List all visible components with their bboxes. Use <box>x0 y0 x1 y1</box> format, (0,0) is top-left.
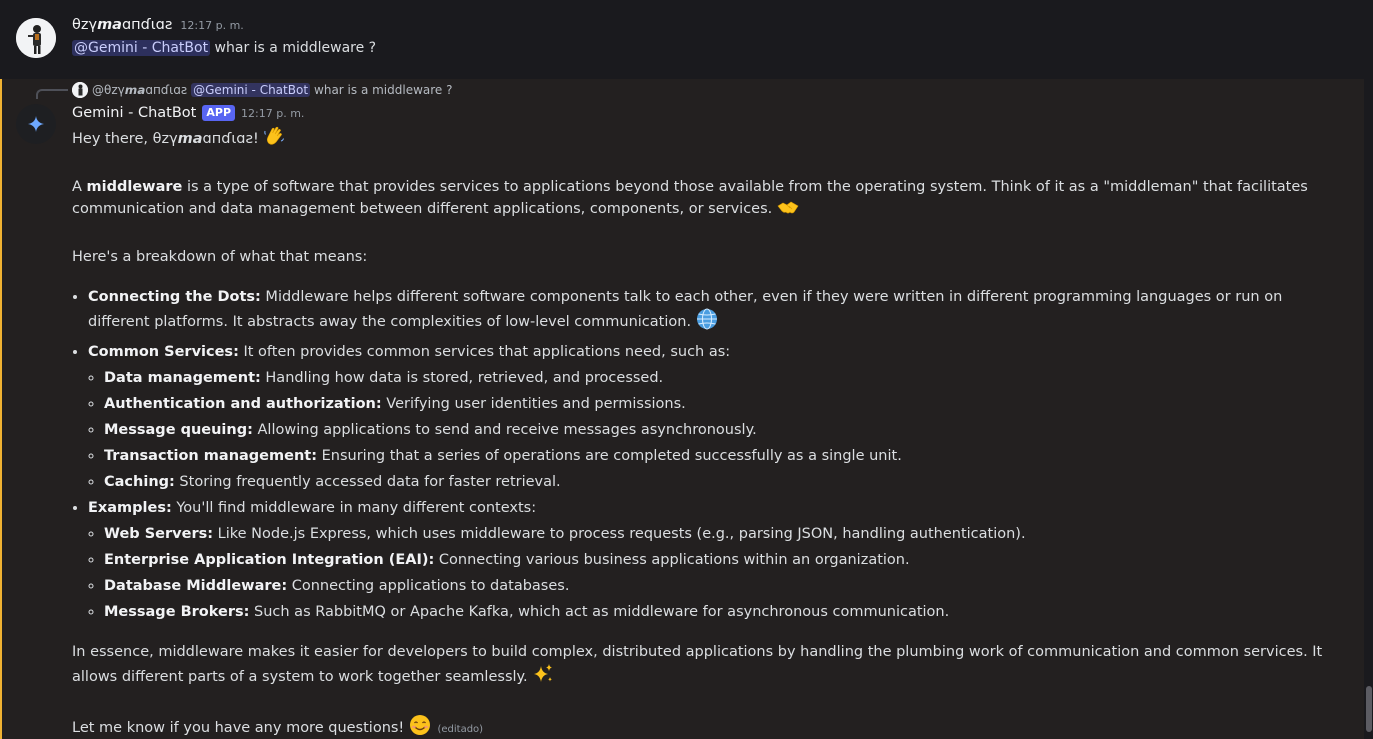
sub-item-text: Connecting various business applications… <box>434 552 910 568</box>
reply-username[interactable]: @θzγ𝙢𝙖ɑпɗɩɑƨ <box>92 83 187 97</box>
smiling-face-emoji <box>409 714 431 739</box>
globe-emoji <box>696 308 718 337</box>
sub-item-text: Allowing applications to send and receiv… <box>252 422 757 438</box>
sub-item-title: Web Servers: <box>104 526 214 542</box>
gemini-sparkle-icon[interactable] <box>16 104 56 144</box>
sub-item-text: Verifying user identities and permission… <box>381 396 686 412</box>
sub-item-title: Caching: <box>104 474 175 490</box>
breakdown-line: Here's a breakdown of what that means: <box>72 249 368 265</box>
greeting-text: Hey there, θzγ𝙢𝙖ɑпɗɩɑƨ! <box>72 131 259 147</box>
sub-item-title: Data management: <box>104 370 261 386</box>
sub-list-item: Caching: Storing frequently accessed dat… <box>104 471 1342 493</box>
scrollbar-thumb[interactable] <box>1366 686 1372 732</box>
intro-paragraph: A middleware is a type of software that … <box>72 176 1342 224</box>
sub-list-item: Transaction management: Ensuring that a … <box>104 445 1342 467</box>
bullet-list: Connecting the Dots: Middleware helps di… <box>88 286 1342 623</box>
sub-list-item: Web Servers: Like Node.js Express, which… <box>104 523 1342 545</box>
list-item: Examples: You'll find middleware in many… <box>88 497 1342 623</box>
bot-mention[interactable]: @Gemini - ChatBot <box>72 40 211 56</box>
bot-username[interactable]: Gemini - ChatBot <box>72 105 196 121</box>
sub-list-item: Message Brokers: Such as RabbitMQ or Apa… <box>104 601 1342 623</box>
reply-avatar-icon <box>72 82 88 98</box>
sub-list-item: Authentication and authorization: Verify… <box>104 393 1342 415</box>
sub-item-text: Such as RabbitMQ or Apache Kafka, which … <box>249 604 950 620</box>
sub-item-title: Enterprise Application Integration (EAI)… <box>104 552 435 568</box>
sub-list-item: Message queuing: Allowing applications t… <box>104 419 1342 441</box>
sub-item-title: Message Brokers: <box>104 604 250 620</box>
sub-list-item: Data management: Handling how data is st… <box>104 367 1342 389</box>
greeting-line: Hey there, θzγ𝙢𝙖ɑпɗɩɑƨ! <box>72 125 1342 154</box>
bullet-title: Examples: <box>88 500 172 516</box>
bullet-title: Connecting the Dots: <box>88 289 261 305</box>
intro-prefix: A <box>72 179 87 195</box>
essence-text: In essence, middleware makes it easier f… <box>72 644 1323 685</box>
sub-item-text: Handling how data is stored, retrieved, … <box>260 370 664 386</box>
sub-item-title: Transaction management: <box>104 448 318 464</box>
list-item: Connecting the Dots: Middleware helps di… <box>88 286 1342 337</box>
username[interactable]: θzγ𝙢𝙖ɑпɗɩɑƨ <box>72 17 172 33</box>
bullet-text: Middleware helps different software comp… <box>88 289 1283 330</box>
sub-list: Web Servers: Like Node.js Express, which… <box>104 523 1342 623</box>
message-text: whar is a middleware ? <box>214 40 377 56</box>
bot-reply-message: @θzγ𝙢𝙖ɑпɗɩɑƨ @Gemini - ChatBot whar is a… <box>0 79 1364 739</box>
bullet-title: Common Services: <box>88 344 239 360</box>
bot-message-body: Hey there, θzγ𝙢𝙖ɑпɗɩɑƨ! A middleware is … <box>72 125 1342 739</box>
handshake-emoji <box>777 199 799 224</box>
waving-hand-emoji <box>263 125 285 154</box>
essence-paragraph: In essence, middleware makes it easier f… <box>72 641 1342 692</box>
reply-reference[interactable]: @θzγ𝙢𝙖ɑпɗɩɑƨ @Gemini - ChatBot whar is a… <box>72 82 453 98</box>
timestamp: 12:17 p. m. <box>241 106 305 120</box>
list-item: Common Services: It often provides commo… <box>88 341 1342 493</box>
timestamp: 12:17 p. m. <box>180 19 244 32</box>
sparkles-emoji <box>532 663 554 692</box>
sub-item-text: Like Node.js Express, which uses middlew… <box>213 526 1026 542</box>
sub-item-text: Ensuring that a series of operations are… <box>317 448 902 464</box>
user-avatar-icon[interactable] <box>16 18 56 58</box>
sub-list-item: Database Middleware: Connecting applicat… <box>104 575 1342 597</box>
edited-label: (editado) <box>437 724 484 735</box>
reply-text: whar is a middleware ? <box>314 83 453 97</box>
reply-spine <box>36 89 68 99</box>
sub-list-item: Enterprise Application Integration (EAI)… <box>104 549 1342 571</box>
scrollbar-track[interactable] <box>1364 79 1373 739</box>
bullet-text: You'll find middleware in many different… <box>171 500 537 516</box>
intro-text: is a type of software that provides serv… <box>72 179 1308 217</box>
reply-mention[interactable]: @Gemini - ChatBot <box>191 83 311 97</box>
sub-item-text: Connecting applications to databases. <box>287 578 570 594</box>
bullet-text: It often provides common services that a… <box>238 344 731 360</box>
app-badge: APP <box>202 105 236 121</box>
intro-bold: middleware <box>86 179 183 195</box>
sub-item-title: Database Middleware: <box>104 578 288 594</box>
sub-list: Data management: Handling how data is st… <box>104 367 1342 493</box>
sub-item-title: Message queuing: <box>104 422 253 438</box>
sub-item-title: Authentication and authorization: <box>104 396 382 412</box>
user-message: θzγ𝙢𝙖ɑпɗɩɑƨ 12:17 p. m. @Gemini - ChatBo… <box>0 0 1373 79</box>
closing-text: Let me know if you have any more questio… <box>72 720 405 736</box>
sub-item-text: Storing frequently accessed data for fas… <box>174 474 561 490</box>
closing-line: Let me know if you have any more questio… <box>72 714 1342 739</box>
message-content: @Gemini - ChatBot whar is a middleware ? <box>72 40 376 56</box>
